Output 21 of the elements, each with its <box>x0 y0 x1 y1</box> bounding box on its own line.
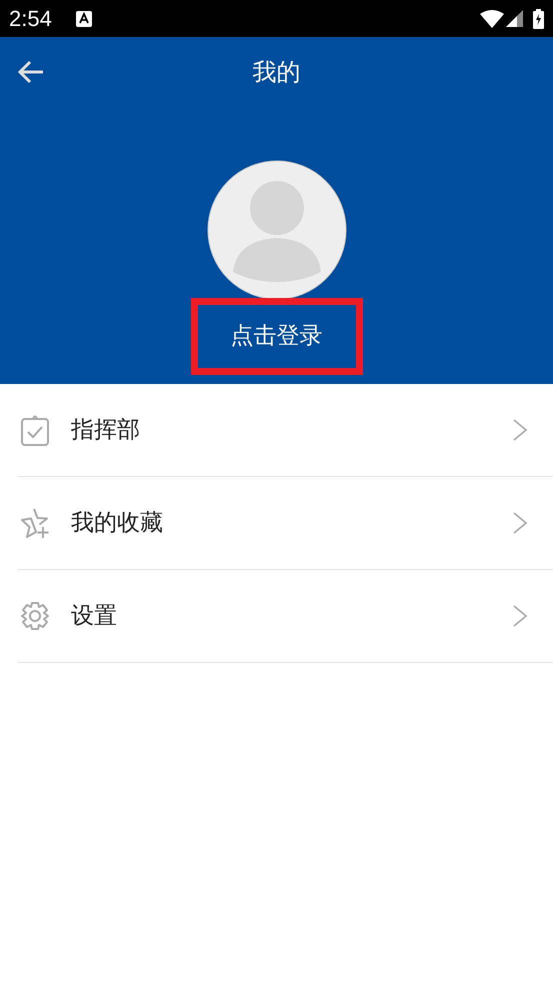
back-arrow-icon[interactable] <box>17 60 44 84</box>
page-title: 我的 <box>252 57 300 87</box>
login-button[interactable]: 点击登录 <box>190 298 362 375</box>
chevron-right-icon <box>513 512 527 534</box>
menu-item[interactable]: 指挥部 <box>18 384 553 477</box>
clipboard-check-icon <box>20 414 50 446</box>
star-plus-icon <box>20 508 50 538</box>
menu-label: 我的收藏 <box>71 508 164 538</box>
notification-icon <box>76 10 92 26</box>
menu-item[interactable]: 我的收藏 <box>18 477 553 570</box>
signal-icon <box>506 10 523 27</box>
chevron-right-icon <box>513 605 527 627</box>
wifi-icon <box>480 10 504 28</box>
menu-label: 指挥部 <box>71 416 141 445</box>
settings-icon <box>20 601 50 631</box>
avatar-icon[interactable] <box>206 160 346 300</box>
chevron-right-icon <box>513 419 527 441</box>
status-time: 2:54 <box>9 5 52 33</box>
menu-item[interactable]: 设置 <box>18 570 553 663</box>
menu-label: 设置 <box>71 602 118 631</box>
battery-icon <box>533 8 544 28</box>
